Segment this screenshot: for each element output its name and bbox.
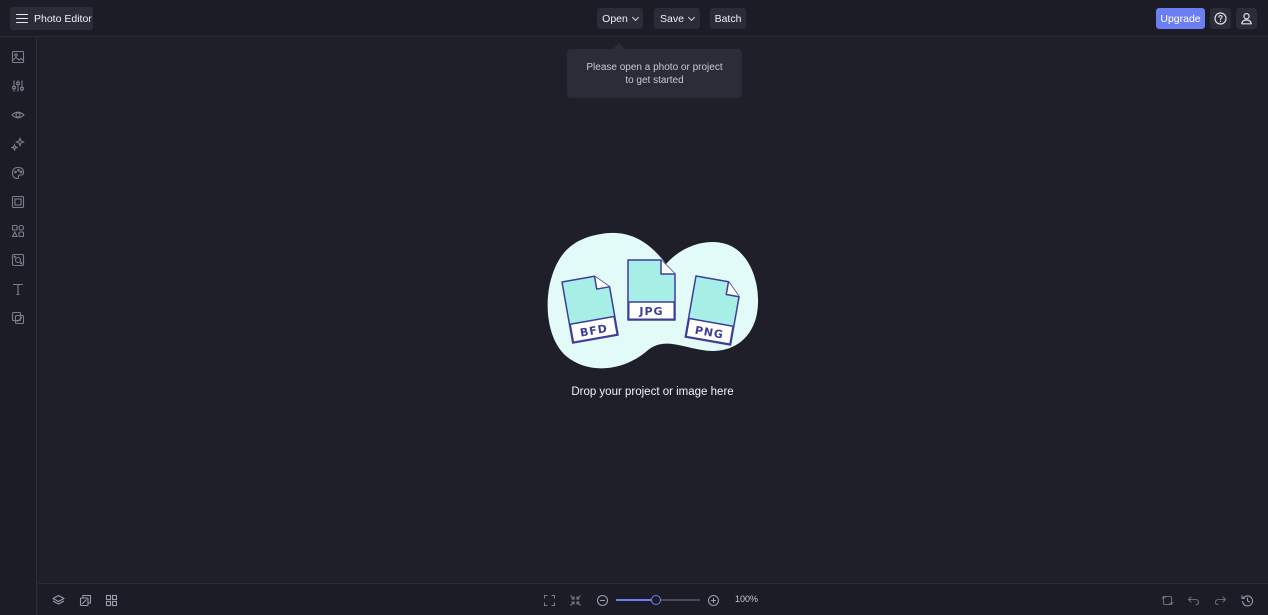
actual-size-button[interactable] [568,593,582,607]
main-menu-button[interactable]: Photo Editor [10,7,93,30]
sidebar-item-effects[interactable] [10,107,26,123]
shapes-icon [11,224,25,238]
sidebar-item-overlays[interactable] [10,310,26,326]
zoom-in-icon [707,594,719,606]
sparkles-icon [11,137,25,151]
top-bar: Photo Editor Open Save Batch Upgrade [0,0,1268,37]
texture-icon [11,253,25,267]
history-button[interactable] [1240,593,1254,607]
upgrade-button[interactable]: Upgrade [1156,8,1205,29]
help-icon [1214,12,1227,25]
sidebar-item-image[interactable] [10,49,26,65]
zoom-slider-fill [616,599,657,601]
adjustments-icon [12,80,24,92]
undo-icon [1187,595,1199,605]
layers-button[interactable] [51,593,65,607]
compare-button[interactable] [78,593,92,607]
fit-to-screen-button[interactable] [542,593,556,607]
redo-button[interactable] [1213,593,1227,607]
help-button[interactable] [1210,8,1231,29]
user-icon [1241,12,1252,25]
zoom-out-button[interactable] [595,593,609,607]
file-types-illustration: BFD JPG PNG [547,232,759,369]
open-hint-tooltip: Please open a photo or project to get st… [567,43,742,98]
jpg-label: JPG [638,305,663,318]
sidebar-item-touch-up[interactable] [10,136,26,152]
zoom-out-icon [596,594,608,606]
graphics-icon [11,311,25,325]
drop-zone[interactable]: BFD JPG PNG [546,230,761,378]
zoom-slider[interactable] [616,595,700,605]
sidebar-item-text[interactable] [10,281,26,297]
save-button[interactable]: Save [654,8,700,29]
drop-zone-label: Drop your project or image here [571,386,734,398]
open-button[interactable]: Open [597,8,643,29]
save-label: Save [660,12,684,25]
sidebar-item-frames[interactable] [10,194,26,210]
layers-icon [51,594,65,605]
tools-sidebar [0,38,37,615]
history-icon [1240,594,1253,606]
bottom-bar: 100% [38,583,1268,615]
reset-button[interactable] [1160,593,1174,607]
chevron-down-icon [687,13,696,21]
hamburger-menu-icon [16,13,28,24]
zoom-level: 100% [735,594,759,604]
grid-view-button[interactable] [104,593,118,607]
redo-icon [1214,595,1226,605]
undo-button[interactable] [1186,593,1200,607]
frame-icon [11,195,25,209]
chevron-down-icon [631,13,639,21]
zoom-in-button[interactable] [706,593,720,607]
sidebar-item-adjustments[interactable] [10,78,26,94]
eye-icon [11,111,25,119]
sidebar-item-paint[interactable] [10,165,26,181]
grid-icon [105,594,117,606]
sidebar-item-textures[interactable] [10,252,26,268]
shrink-icon [569,594,581,606]
reset-icon [1161,595,1173,605]
compare-icon [79,594,91,606]
text-icon [13,283,23,296]
open-label: Open [602,12,628,25]
app-title: Photo Editor [34,12,92,25]
account-button[interactable] [1236,8,1257,29]
jpg-file-icon: JPG [627,259,676,321]
image-icon [11,50,25,64]
expand-icon [543,594,555,606]
sidebar-item-graphics[interactable] [10,223,26,239]
batch-label: Batch [714,12,742,25]
paint-palette-icon [11,166,25,180]
zoom-slider-handle[interactable] [651,595,662,605]
tooltip-text: Please open a photo or project to get st… [586,61,723,86]
batch-button[interactable]: Batch [710,8,746,29]
